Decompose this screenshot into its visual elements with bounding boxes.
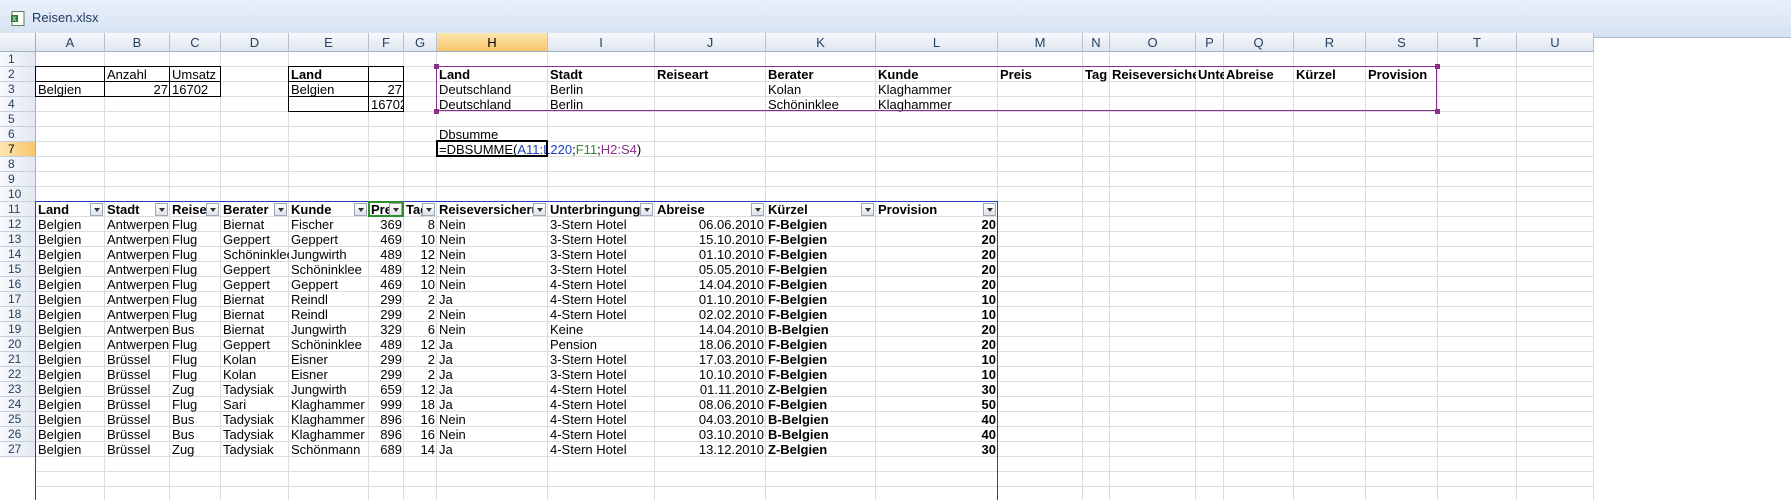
row-header-14[interactable]: 14 (0, 247, 36, 262)
column-header-R[interactable]: R (1294, 33, 1366, 52)
column-header-K[interactable]: K (766, 33, 876, 52)
row-header-9[interactable]: 9 (0, 172, 36, 187)
row-header-25[interactable]: 25 (0, 412, 36, 427)
svg-text:X: X (12, 16, 16, 23)
range-resize-handle[interactable] (434, 64, 439, 69)
row-header-17[interactable]: 17 (0, 292, 36, 307)
active-cell-border (436, 140, 548, 157)
column-header-J[interactable]: J (655, 33, 766, 52)
range-resize-handle[interactable] (1435, 64, 1440, 69)
column-header-D[interactable]: D (221, 33, 289, 52)
excel-file-icon: X (11, 11, 25, 26)
row-header-3[interactable]: 3 (0, 82, 36, 97)
column-header-U[interactable]: U (1517, 33, 1594, 52)
column-header-N[interactable]: N (1083, 33, 1110, 52)
row-header-12[interactable]: 12 (0, 217, 36, 232)
row-header-7[interactable]: 7 (0, 142, 36, 157)
row-header-13[interactable]: 13 (0, 232, 36, 247)
field-ref-highlight (368, 201, 404, 217)
criteria-range-highlight (436, 66, 1437, 111)
table-range-highlight (35, 201, 998, 500)
range-resize-handle[interactable] (1435, 109, 1440, 114)
row-header-15[interactable]: 15 (0, 262, 36, 277)
row-header-27[interactable]: 27 (0, 442, 36, 457)
row-header-10[interactable]: 10 (0, 187, 36, 202)
gridline-horizontal (36, 186, 1594, 187)
column-header-S[interactable]: S (1366, 33, 1438, 52)
column-header-A[interactable]: A (36, 33, 105, 52)
formula-close: ) (636, 142, 642, 157)
land-summary-inner-line (288, 81, 404, 82)
row-header-20[interactable]: 20 (0, 337, 36, 352)
column-header-G[interactable]: G (404, 33, 437, 52)
row-header-23[interactable]: 23 (0, 382, 36, 397)
column-header-T[interactable]: T (1438, 33, 1517, 52)
column-header-B[interactable]: B (105, 33, 170, 52)
summary-inner-line (35, 81, 221, 82)
gridline-horizontal (36, 141, 1594, 142)
column-header-E[interactable]: E (289, 33, 369, 52)
row-header-22[interactable]: 22 (0, 367, 36, 382)
row-header-11[interactable]: 11 (0, 202, 36, 217)
row-header-8[interactable]: 8 (0, 157, 36, 172)
row-header-24[interactable]: 24 (0, 397, 36, 412)
row-header-16[interactable]: 16 (0, 277, 36, 292)
column-header-F[interactable]: F (369, 33, 404, 52)
formula-field-ref: F11 (575, 142, 598, 157)
row-header-21[interactable]: 21 (0, 352, 36, 367)
row-header-5[interactable]: 5 (0, 112, 36, 127)
row-header-26[interactable]: 26 (0, 427, 36, 442)
land-summary-inner-line (288, 96, 404, 97)
formula-criteria-ref: H2:S4 (600, 142, 637, 157)
window-title: Reisen.xlsx (32, 10, 99, 25)
excel-window: X Reisen.xlsx ABCDEFGHIJKLMNOPQRSTU12345… (0, 0, 1791, 500)
row-header-6[interactable]: 6 (0, 127, 36, 142)
column-header-H[interactable]: H (437, 33, 548, 52)
column-header-Q[interactable]: Q (1224, 33, 1294, 52)
gridline-horizontal (36, 156, 1594, 157)
row-header-2[interactable]: 2 (0, 67, 36, 82)
row-header-18[interactable]: 18 (0, 307, 36, 322)
column-header-I[interactable]: I (548, 33, 655, 52)
select-all-corner[interactable] (0, 33, 36, 52)
land-summary-border (288, 66, 404, 112)
row-header-1[interactable]: 1 (0, 52, 36, 67)
column-header-L[interactable]: L (876, 33, 998, 52)
row-header-19[interactable]: 19 (0, 322, 36, 337)
column-header-C[interactable]: C (170, 33, 221, 52)
gridline-horizontal (36, 126, 1594, 127)
land-summary-inner-line (368, 66, 369, 112)
gridline-horizontal (36, 171, 1594, 172)
row-header-4[interactable]: 4 (0, 97, 36, 112)
column-header-P[interactable]: P (1196, 33, 1224, 52)
column-header-O[interactable]: O (1110, 33, 1196, 52)
column-header-M[interactable]: M (998, 33, 1083, 52)
range-resize-handle[interactable] (434, 109, 439, 114)
